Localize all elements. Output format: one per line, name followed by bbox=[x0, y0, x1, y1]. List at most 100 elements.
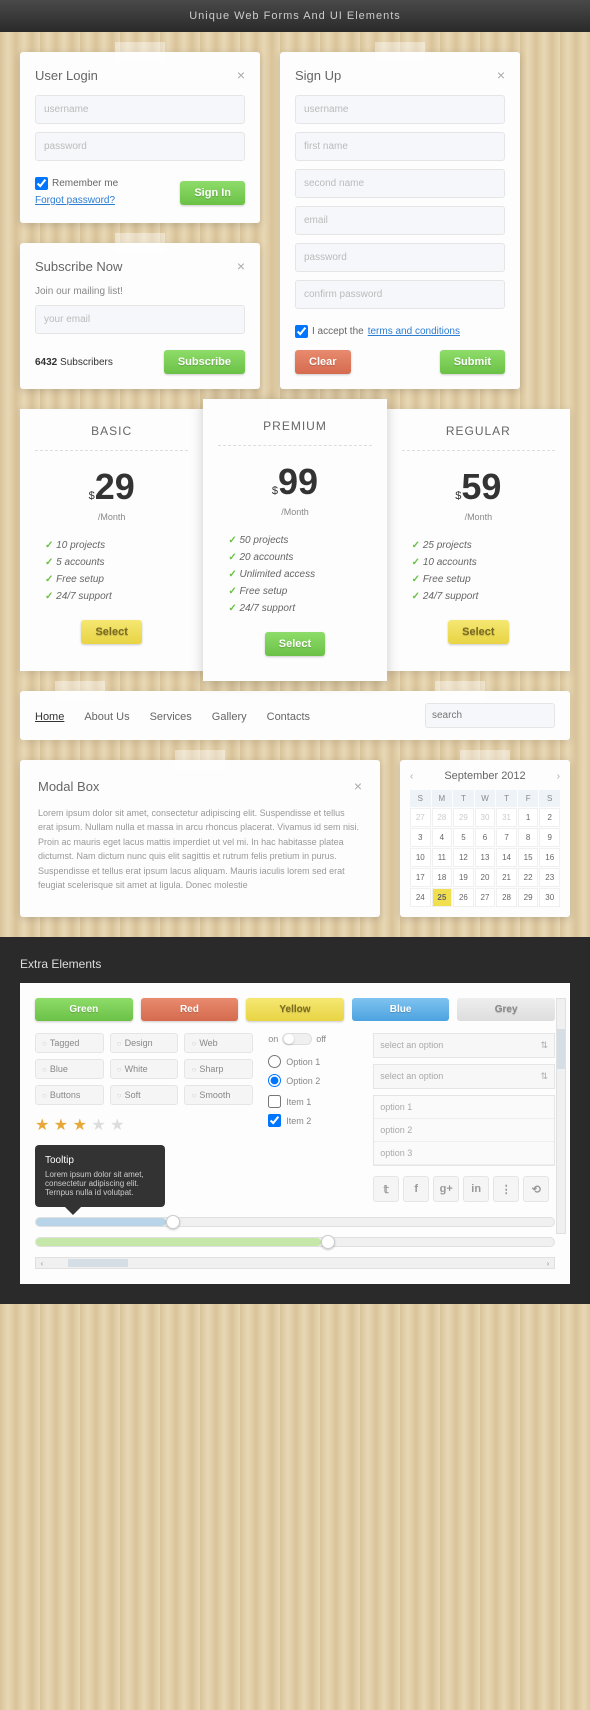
scroll-thumb[interactable] bbox=[68, 1259, 128, 1267]
linkedin-icon[interactable]: in bbox=[463, 1176, 489, 1202]
calendar-day[interactable]: 20 bbox=[475, 868, 496, 887]
terms-checkbox[interactable] bbox=[295, 325, 308, 338]
calendar-day[interactable]: 2 bbox=[539, 808, 560, 827]
facebook-icon[interactable]: f bbox=[403, 1176, 429, 1202]
scroll-left-icon[interactable]: ‹ bbox=[36, 1259, 48, 1268]
scroll-right-icon[interactable]: › bbox=[542, 1259, 554, 1268]
checkbox[interactable] bbox=[268, 1114, 281, 1127]
calendar-day[interactable]: 27 bbox=[475, 888, 496, 907]
tag[interactable]: Tagged bbox=[35, 1033, 104, 1053]
calendar-day[interactable]: 14 bbox=[496, 848, 517, 867]
signup-password-input[interactable] bbox=[295, 243, 505, 272]
horizontal-scrollbar[interactable]: ‹› bbox=[35, 1257, 555, 1269]
calendar-day[interactable]: 30 bbox=[475, 808, 496, 827]
radio[interactable] bbox=[268, 1074, 281, 1087]
calendar-day[interactable]: 11 bbox=[432, 848, 453, 867]
calendar-day[interactable]: 1 bbox=[518, 808, 539, 827]
calendar-day[interactable]: 31 bbox=[496, 808, 517, 827]
calendar-day[interactable]: 27 bbox=[410, 808, 431, 827]
tag[interactable]: Sharp bbox=[184, 1059, 253, 1079]
calendar-day[interactable]: 16 bbox=[539, 848, 560, 867]
twitter-icon[interactable]: 𝕥 bbox=[373, 1176, 399, 1202]
select-dropdown[interactable]: select an option⇅ bbox=[373, 1064, 555, 1089]
slider-green[interactable] bbox=[35, 1237, 555, 1247]
calendar-day[interactable]: 3 bbox=[410, 828, 431, 847]
color-button[interactable]: Grey bbox=[457, 998, 555, 1021]
tag[interactable]: Buttons bbox=[35, 1085, 104, 1105]
calendar-day[interactable]: 12 bbox=[453, 848, 474, 867]
calendar-day[interactable]: 25 bbox=[432, 888, 453, 907]
calendar-day[interactable]: 26 bbox=[453, 888, 474, 907]
nav-item[interactable]: Home bbox=[35, 711, 64, 723]
tag[interactable]: Blue bbox=[35, 1059, 104, 1079]
nav-item[interactable]: Contacts bbox=[267, 711, 310, 723]
calendar-day[interactable]: 19 bbox=[453, 868, 474, 887]
remember-checkbox[interactable] bbox=[35, 177, 48, 190]
tag[interactable]: Design bbox=[110, 1033, 179, 1053]
close-icon[interactable]: × bbox=[237, 258, 245, 274]
calendar-day[interactable]: 6 bbox=[475, 828, 496, 847]
calendar-day[interactable]: 8 bbox=[518, 828, 539, 847]
calendar-day[interactable]: 4 bbox=[432, 828, 453, 847]
rss-icon[interactable]: ⋮ bbox=[493, 1176, 519, 1202]
signup-firstname-input[interactable] bbox=[295, 132, 505, 161]
select-dropdown[interactable]: select an option⇅ bbox=[373, 1033, 555, 1058]
list-box[interactable]: option 1option 2option 3 bbox=[373, 1095, 555, 1166]
color-button[interactable]: Yellow bbox=[246, 998, 344, 1021]
calendar-day[interactable]: 7 bbox=[496, 828, 517, 847]
password-input[interactable] bbox=[35, 132, 245, 161]
terms-link[interactable]: terms and conditions bbox=[368, 326, 460, 337]
nav-item[interactable]: About Us bbox=[84, 711, 129, 723]
toggle-switch[interactable] bbox=[282, 1033, 312, 1045]
calendar-day[interactable]: 9 bbox=[539, 828, 560, 847]
calendar-day[interactable]: 29 bbox=[518, 888, 539, 907]
google-plus-icon[interactable]: g+ bbox=[433, 1176, 459, 1202]
close-icon[interactable]: × bbox=[237, 67, 245, 83]
tag[interactable]: Smooth bbox=[184, 1085, 253, 1105]
close-icon[interactable]: × bbox=[497, 67, 505, 83]
nav-item[interactable]: Services bbox=[150, 711, 192, 723]
list-option[interactable]: option 3 bbox=[374, 1142, 554, 1165]
list-option[interactable]: option 2 bbox=[374, 1119, 554, 1142]
tag[interactable]: Soft bbox=[110, 1085, 179, 1105]
signin-button[interactable]: Sign In bbox=[180, 181, 245, 205]
color-button[interactable]: Green bbox=[35, 998, 133, 1021]
checkbox[interactable] bbox=[268, 1095, 281, 1108]
calendar-day[interactable]: 15 bbox=[518, 848, 539, 867]
calendar-day[interactable]: 28 bbox=[496, 888, 517, 907]
calendar-day[interactable]: 30 bbox=[539, 888, 560, 907]
calendar-day[interactable]: 22 bbox=[518, 868, 539, 887]
nav-search-input[interactable] bbox=[425, 703, 555, 728]
share-icon[interactable]: ⟲ bbox=[523, 1176, 549, 1202]
forgot-password-link[interactable]: Forgot password? bbox=[35, 195, 115, 206]
calendar-day[interactable]: 17 bbox=[410, 868, 431, 887]
nav-item[interactable]: Gallery bbox=[212, 711, 247, 723]
color-button[interactable]: Red bbox=[141, 998, 239, 1021]
slider-blue[interactable] bbox=[35, 1217, 555, 1227]
calendar-day[interactable]: 28 bbox=[432, 808, 453, 827]
submit-button[interactable]: Submit bbox=[440, 350, 505, 374]
star-rating[interactable]: ★ ★ ★ ★ ★ bbox=[35, 1115, 253, 1135]
vertical-scrollbar[interactable] bbox=[556, 998, 566, 1234]
select-plan-button[interactable]: Select bbox=[81, 620, 141, 644]
calendar-day[interactable]: 29 bbox=[453, 808, 474, 827]
scroll-thumb[interactable] bbox=[557, 1029, 565, 1069]
radio[interactable] bbox=[268, 1055, 281, 1068]
calendar-day[interactable]: 21 bbox=[496, 868, 517, 887]
tag[interactable]: Web bbox=[184, 1033, 253, 1053]
cal-next-icon[interactable]: › bbox=[557, 771, 560, 782]
subscribe-button[interactable]: Subscribe bbox=[164, 350, 245, 374]
signup-secondname-input[interactable] bbox=[295, 169, 505, 198]
calendar-day[interactable]: 13 bbox=[475, 848, 496, 867]
email-input[interactable] bbox=[35, 305, 245, 334]
signup-username-input[interactable] bbox=[295, 95, 505, 124]
select-plan-button[interactable]: Select bbox=[265, 632, 325, 656]
username-input[interactable] bbox=[35, 95, 245, 124]
list-option[interactable]: option 1 bbox=[374, 1096, 554, 1119]
tag[interactable]: White bbox=[110, 1059, 179, 1079]
calendar-day[interactable]: 24 bbox=[410, 888, 431, 907]
close-icon[interactable]: × bbox=[354, 778, 362, 794]
signup-email-input[interactable] bbox=[295, 206, 505, 235]
signup-confirm-input[interactable] bbox=[295, 280, 505, 309]
color-button[interactable]: Blue bbox=[352, 998, 450, 1021]
